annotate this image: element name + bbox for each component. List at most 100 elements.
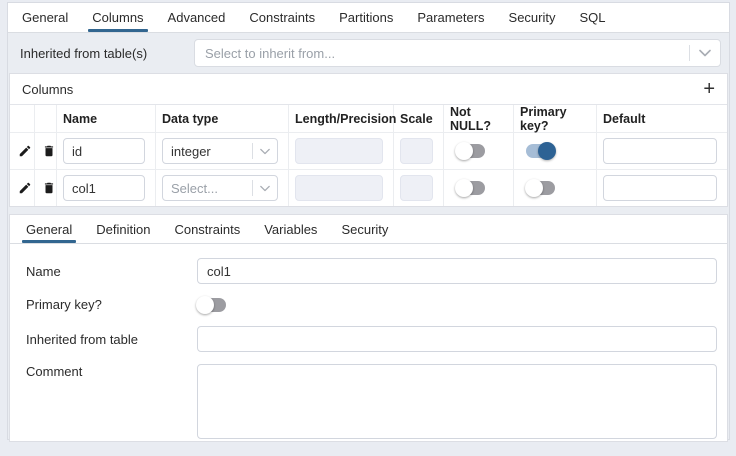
name-field-row: Name [19, 258, 717, 284]
inherited-from-table-field [197, 326, 717, 352]
inherit-select-placeholder: Select to inherit from... [205, 46, 689, 61]
columns-grid: Name Data type Length/Precision Scale No… [10, 105, 727, 206]
detail-tab-definition[interactable]: Definition [84, 215, 162, 243]
tab-constraints[interactable]: Constraints [237, 3, 327, 32]
header-data-type: Data type [156, 105, 289, 133]
delete-row-button[interactable] [41, 144, 56, 158]
detail-tabbar: General Definition Constraints Variables… [10, 215, 727, 244]
trash-icon [42, 144, 56, 158]
header-primary-key: Primary key? [514, 105, 597, 133]
edit-cell [10, 133, 35, 169]
chevron-down-icon[interactable] [253, 185, 277, 192]
name-field-label: Name [19, 264, 197, 279]
add-column-button[interactable]: + [703, 79, 715, 99]
toggle-knob [455, 179, 473, 197]
scale-input [400, 138, 433, 164]
not-null-cell [444, 133, 514, 169]
delete-cell [35, 170, 57, 206]
header-delete-col [35, 105, 57, 133]
delete-row-button[interactable] [41, 181, 56, 195]
data-type-value: integer [171, 144, 252, 159]
primary-key-field-toggle[interactable] [197, 298, 226, 312]
column-detail-panel: General Definition Constraints Variables… [9, 214, 728, 442]
header-scale: Scale [394, 105, 444, 133]
comment-field-label: Comment [19, 364, 197, 379]
pencil-icon [18, 181, 32, 195]
inherit-select-right [689, 40, 720, 66]
primary-key-toggle[interactable] [526, 181, 555, 195]
scale-input [400, 175, 433, 201]
column-name-input[interactable] [63, 175, 145, 201]
default-input[interactable] [603, 138, 717, 164]
edit-cell [10, 170, 35, 206]
default-cell [597, 133, 727, 169]
default-cell [597, 170, 727, 206]
tab-security[interactable]: Security [497, 3, 568, 32]
header-length: Length/Precision [289, 105, 394, 133]
header-edit-col [10, 105, 35, 133]
comment-field[interactable] [197, 364, 717, 439]
pencil-icon [18, 144, 32, 158]
length-input [295, 138, 383, 164]
tab-columns[interactable]: Columns [80, 3, 155, 32]
inherited-field-label: Inherited from table [19, 332, 197, 347]
columns-panel-header: Columns + [10, 74, 727, 105]
main-tabbar: General Columns Advanced Constraints Par… [8, 3, 729, 33]
inherit-select[interactable]: Select to inherit from... [194, 39, 721, 67]
header-not-null: Not NULL? [444, 105, 514, 133]
inherited-field-row: Inherited from table [19, 326, 717, 352]
table-row: Select... [10, 169, 727, 206]
comment-field-row: Comment [19, 364, 717, 439]
not-null-cell [444, 170, 514, 206]
toggle-knob [455, 142, 473, 160]
columns-panel-title: Columns [22, 82, 73, 97]
detail-tab-variables[interactable]: Variables [252, 215, 329, 243]
table-row: integer [10, 132, 727, 169]
inherit-label: Inherited from table(s) [20, 46, 194, 61]
columns-panel: Columns + Name Data type Length/Precisio… [9, 73, 728, 207]
tab-general[interactable]: General [10, 3, 80, 32]
length-cell [289, 170, 394, 206]
primary-key-toggle[interactable] [526, 144, 555, 158]
scale-cell [394, 170, 444, 206]
primary-key-cell [514, 170, 597, 206]
delete-cell [35, 133, 57, 169]
name-field[interactable] [197, 258, 717, 284]
header-default: Default [597, 105, 727, 133]
column-name-input[interactable] [63, 138, 145, 164]
name-cell [57, 133, 156, 169]
header-name: Name [57, 105, 156, 133]
chevron-down-icon[interactable] [253, 148, 277, 155]
name-cell [57, 170, 156, 206]
edit-row-button[interactable] [16, 181, 34, 195]
data-type-cell: Select... [156, 170, 289, 206]
data-type-cell: integer [156, 133, 289, 169]
default-input[interactable] [603, 175, 717, 201]
primary-key-field-label: Primary key? [19, 297, 197, 312]
trash-icon [42, 181, 56, 195]
length-cell [289, 133, 394, 169]
tab-partitions[interactable]: Partitions [327, 3, 405, 32]
data-type-select[interactable]: integer [162, 138, 278, 164]
columns-grid-header: Name Data type Length/Precision Scale No… [10, 105, 727, 132]
chevron-down-icon[interactable] [690, 49, 720, 57]
inherit-row: Inherited from table(s) Select to inheri… [8, 33, 729, 73]
not-null-toggle[interactable] [456, 144, 485, 158]
primary-key-cell [514, 133, 597, 169]
detail-tab-constraints[interactable]: Constraints [162, 215, 252, 243]
detail-tab-security[interactable]: Security [329, 215, 400, 243]
detail-tab-general[interactable]: General [14, 215, 84, 243]
scale-cell [394, 133, 444, 169]
tab-parameters[interactable]: Parameters [405, 3, 496, 32]
not-null-toggle[interactable] [456, 181, 485, 195]
toggle-knob [525, 179, 543, 197]
table-properties-dialog: General Columns Advanced Constraints Par… [7, 2, 730, 440]
tab-advanced[interactable]: Advanced [156, 3, 238, 32]
edit-row-button[interactable] [16, 144, 34, 158]
toggle-knob [538, 142, 556, 160]
detail-form: Name Primary key? Inherited from table C… [10, 244, 727, 439]
primary-key-field-row: Primary key? [19, 297, 717, 312]
data-type-select[interactable]: Select... [162, 175, 278, 201]
toggle-knob [196, 296, 214, 314]
tab-sql[interactable]: SQL [568, 3, 618, 32]
